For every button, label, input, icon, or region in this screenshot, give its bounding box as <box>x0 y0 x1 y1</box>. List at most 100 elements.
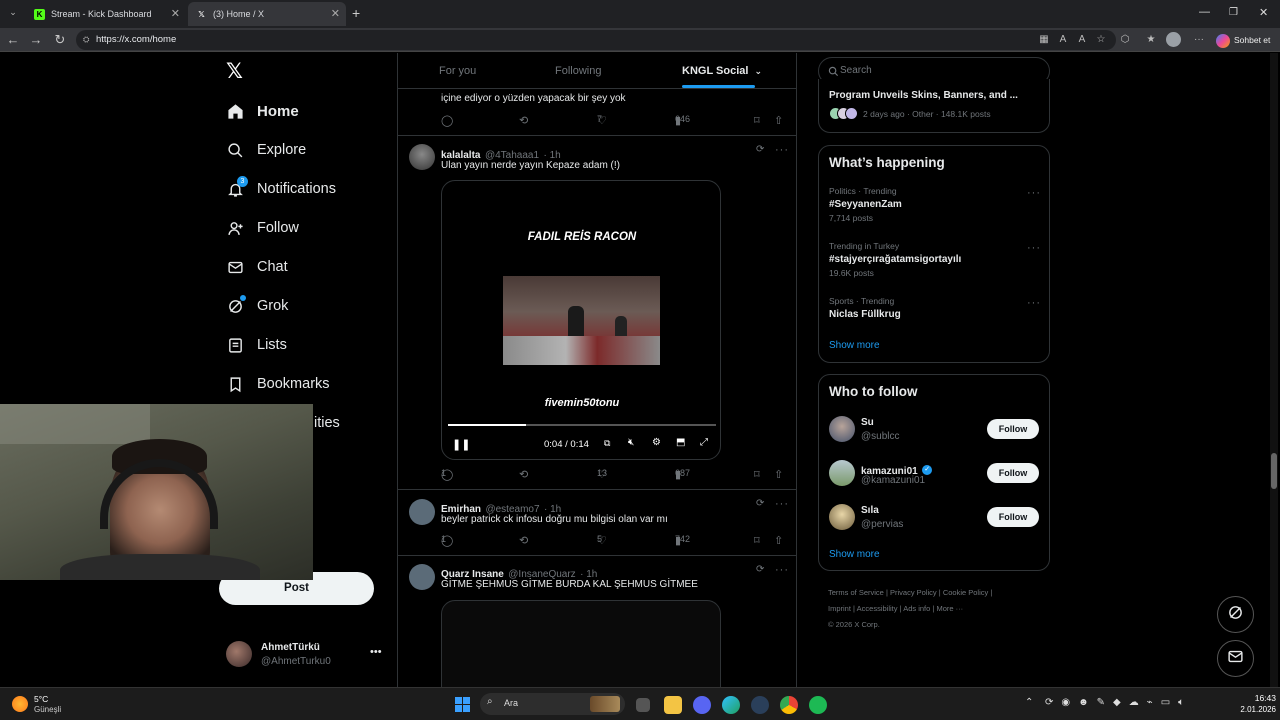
grok-icon[interactable]: ⟳ <box>756 498 764 509</box>
more-icon[interactable]: ··· <box>1027 297 1041 309</box>
spotify-icon[interactable] <box>809 696 827 714</box>
follow-suggestion[interactable]: kamazuni01 ✓ @kamazuni01 Follow <box>819 457 1049 491</box>
avatar[interactable] <box>409 564 435 590</box>
follow-suggestion[interactable]: Su @sublcc Follow <box>819 413 1049 447</box>
fullscreen-icon[interactable]: ⤢ <box>700 437 708 448</box>
avatar[interactable] <box>409 144 435 170</box>
grok-float-button[interactable] <box>1217 596 1254 633</box>
collections-icon[interactable] <box>1166 32 1181 47</box>
more-icon[interactable]: ··· <box>1027 242 1041 254</box>
tab-kngl-social[interactable]: KNGL Social ⌄ <box>682 65 762 77</box>
follow-button[interactable]: Follow <box>987 463 1039 483</box>
start-icon[interactable] <box>455 697 470 712</box>
minimize-icon[interactable]: — <box>1199 6 1210 18</box>
tab-for-you[interactable]: For you <box>439 65 476 77</box>
tab-kick-dashboard[interactable]: K Stream - Kick Dashboard ✕ <box>26 2 186 26</box>
sidebar-item-lists[interactable]: Lists <box>226 330 287 360</box>
close-icon[interactable]: ✕ <box>171 7 180 20</box>
grok-icon[interactable]: ⟳ <box>756 144 764 155</box>
share-icon[interactable]: ⇧ <box>774 114 783 127</box>
edge-icon[interactable] <box>722 696 740 714</box>
apps-icon[interactable]: ▦ <box>1037 33 1051 47</box>
more-icon[interactable]: ••• <box>370 646 382 658</box>
captions-icon[interactable]: ⧉ <box>604 438 610 449</box>
video-progress-bar[interactable] <box>448 424 716 426</box>
more-icon[interactable]: ··· <box>775 564 789 576</box>
retweet-icon[interactable]: ⟲ <box>519 114 528 127</box>
footer-link-terms[interactable]: Terms of Service <box>828 588 884 597</box>
sidebar-item-explore[interactable]: Explore <box>226 135 306 165</box>
weather-widget[interactable]: 5°C Güneşli <box>12 693 82 717</box>
translate-icon[interactable]: A <box>1056 33 1070 47</box>
video-player[interactable]: FADIL REİS RACON fivemin50tonu ❚❚ 0:04 /… <box>441 180 721 460</box>
favorites-icon[interactable]: ★ <box>1144 33 1158 47</box>
follow-suggestion[interactable]: Sıla @pervias Follow <box>819 501 1049 535</box>
follow-button[interactable]: Follow <box>987 419 1039 439</box>
retweet-icon[interactable]: ⟲ <box>519 534 528 547</box>
top-news-card[interactable]: Program Unveils Skins, Banners, and ... … <box>818 79 1050 133</box>
tab-list-menu-icon[interactable]: ⌄ <box>6 7 20 21</box>
bookmark-icon[interactable]: ⌑ <box>754 114 760 127</box>
more-icon[interactable]: ··· <box>1027 187 1041 199</box>
favorite-star-icon[interactable]: ☆ <box>1094 33 1108 47</box>
tray-icons[interactable]: ⟳◉☻✎◆☁⌁▭🔈︎ <box>1045 697 1225 708</box>
close-icon[interactable]: ✕ <box>331 7 340 20</box>
address-bar[interactable]: ⛭ https://x.com/home <box>76 30 1116 50</box>
reload-icon[interactable]: ↻ <box>52 32 68 48</box>
window-close-icon[interactable]: ✕ <box>1259 6 1268 19</box>
share-icon[interactable]: ⇧ <box>774 534 783 547</box>
show-more-link[interactable]: Show more <box>829 340 880 351</box>
settings-gear-icon[interactable]: ⚙ <box>652 437 661 448</box>
footer-link-accessibility[interactable]: Accessibility <box>857 604 898 613</box>
footer-link-imprint[interactable]: Imprint <box>828 604 851 613</box>
sidebar-item-communities[interactable]: ities <box>314 408 340 438</box>
avatar[interactable] <box>409 499 435 525</box>
bookmark-icon[interactable]: ⌑ <box>754 534 760 547</box>
tab-x-home[interactable]: 𝕏 (3) Home / X ✕ <box>188 2 346 26</box>
x-logo[interactable]: 𝕏 <box>226 59 243 84</box>
sidebar-item-bookmarks[interactable]: Bookmarks <box>226 369 330 399</box>
new-tab-icon[interactable]: + <box>352 5 360 21</box>
more-menu-icon[interactable]: ··· <box>1192 33 1206 47</box>
site-info-icon[interactable]: ⛭ <box>83 30 89 50</box>
page-scrollbar[interactable] <box>1270 53 1278 687</box>
forward-icon[interactable]: → <box>28 32 44 48</box>
share-icon[interactable]: ⇧ <box>774 468 783 481</box>
sidebar-item-grok[interactable]: Grok <box>226 291 288 321</box>
discord-icon[interactable] <box>693 696 711 714</box>
reply-icon[interactable]: ◯ <box>441 114 453 127</box>
restore-icon[interactable]: ❐ <box>1229 7 1238 18</box>
follow-button[interactable]: Follow <box>987 507 1039 527</box>
tray-chevron-icon[interactable]: ⌃ <box>1025 697 1033 708</box>
mute-icon[interactable]: 🔇︎ <box>628 437 634 448</box>
trend-item[interactable]: Sports · Trending Niclas Füllkrug ··· <box>829 296 1041 326</box>
sidebar-item-chat[interactable]: Chat <box>226 252 288 282</box>
scrollbar-thumb[interactable] <box>1271 453 1277 489</box>
tab-following[interactable]: Following <box>555 65 601 77</box>
footer-link-more[interactable]: More ··· <box>936 604 963 613</box>
copilot-button[interactable]: Sohbet et <box>1212 31 1276 49</box>
trend-item[interactable]: Politics · Trending #SeyyanenZam 7,714 p… <box>829 186 1041 226</box>
clock[interactable]: 16:43 2.01.2026 <box>1230 693 1276 714</box>
pause-icon[interactable]: ❚❚ <box>452 438 470 451</box>
footer-link-ads[interactable]: Ads info <box>903 604 930 613</box>
more-icon[interactable]: ··· <box>775 144 789 156</box>
file-explorer-icon[interactable] <box>664 696 682 714</box>
sidebar-item-follow[interactable]: Follow <box>226 213 299 243</box>
task-view-icon[interactable] <box>636 698 650 712</box>
taskbar-search[interactable]: ⌕ Ara <box>480 693 625 715</box>
read-aloud-icon[interactable]: A <box>1075 33 1089 47</box>
messages-float-button[interactable] <box>1217 640 1254 677</box>
back-icon[interactable]: ← <box>5 32 21 48</box>
more-icon[interactable]: ··· <box>775 498 789 510</box>
sidebar-item-notifications[interactable]: 3 Notifications <box>226 174 336 204</box>
retweet-icon[interactable]: ⟲ <box>519 468 528 481</box>
footer-link-privacy[interactable]: Privacy Policy <box>890 588 937 597</box>
sidebar-item-home[interactable]: Home <box>226 96 299 126</box>
trend-item[interactable]: Trending in Turkey #stajyerçırağatamsigo… <box>829 241 1041 281</box>
chrome-icon[interactable] <box>780 696 798 714</box>
media-card[interactable] <box>441 600 721 687</box>
footer-link-cookie[interactable]: Cookie Policy <box>943 588 988 597</box>
extensions-icon[interactable]: ⬡ <box>1118 33 1132 47</box>
steam-icon[interactable] <box>751 696 769 714</box>
